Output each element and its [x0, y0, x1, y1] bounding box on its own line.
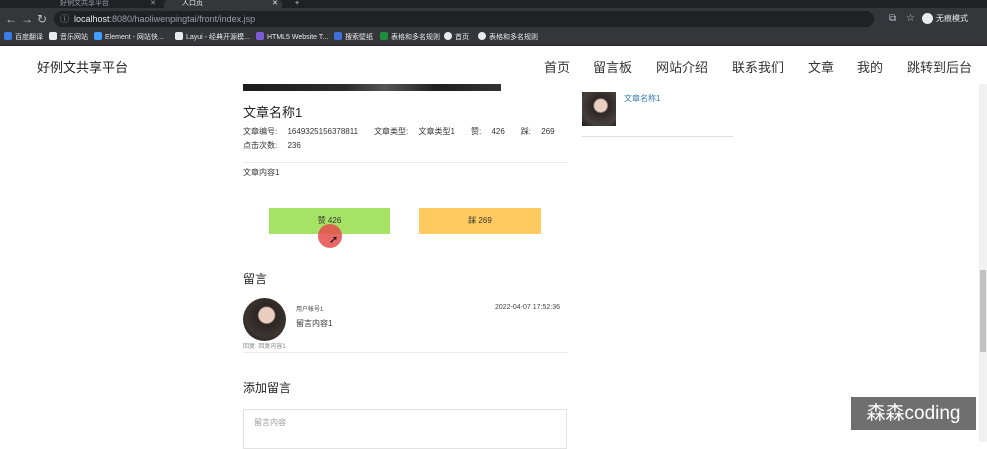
close-tab-icon[interactable]: ✕ [272, 0, 278, 8]
nav-contact[interactable]: 联系我们 [732, 57, 784, 76]
bookmark-label: Element - 网站快... [105, 34, 164, 41]
meta-label: 文章编号: [243, 127, 278, 136]
forward-icon[interactable]: → [20, 12, 34, 26]
new-tab-button[interactable]: + [292, 0, 306, 8]
site-title[interactable]: 好例文共享平台 [37, 57, 128, 76]
article-content: 文章内容1 [243, 168, 280, 177]
nav-articles[interactable]: 文章 [808, 57, 834, 76]
comment-reply: 回复: 回复内容1 [243, 344, 286, 350]
wallpaper-icon [334, 32, 342, 40]
bookmark-label: Layui - 经典开源模... [186, 34, 250, 41]
url-host: localhost [74, 14, 110, 24]
flag-icon [49, 32, 57, 40]
nav-home[interactable]: 首页 [544, 57, 570, 76]
url-field[interactable]: ⓘ localhost:8080/haoliwenpingtai/front/i… [54, 11, 874, 27]
tab-label: 人口页 [182, 0, 203, 7]
divider [243, 352, 568, 353]
divider [582, 136, 733, 137]
divider [243, 162, 568, 163]
article-dislikes: 踩: 269 [521, 127, 563, 136]
layui-icon [175, 32, 183, 40]
meta-value: 1649325156378811 [287, 127, 359, 136]
close-tab-icon[interactable]: ✕ [150, 0, 156, 8]
browser-tab[interactable]: 好例文共享平台 ✕ [42, 0, 160, 8]
comment-user: 用户帐号1 [296, 307, 324, 313]
article-type: 文章类型: 文章类型1 [374, 127, 463, 136]
meta-label: 文章类型: [374, 127, 409, 136]
bookmark-label: 搜索壁纸 [345, 34, 373, 41]
nav-admin[interactable]: 跳转到后台 [907, 57, 972, 76]
bookmark-item[interactable]: 音乐网站 [49, 30, 88, 46]
star-icon[interactable]: ☆ [906, 13, 915, 25]
article-number: 文章编号: 1649325156378811 [243, 127, 366, 136]
article-meta: 文章编号: 1649325156378811 文章类型: 文章类型1 赞: 426 踩… [243, 125, 573, 153]
article-likes: 赞: 426 [471, 127, 513, 136]
bookmark-label: HTML5 Website T... [267, 34, 329, 41]
html5-icon [256, 32, 264, 40]
cursor-icon: ➚ [329, 234, 339, 246]
sidebar-article-thumbnail[interactable] [582, 92, 616, 126]
globe-icon [444, 32, 452, 40]
sidebar-article-link[interactable]: 文章名称1 [624, 93, 660, 104]
meta-label: 点击次数: [243, 141, 278, 150]
sheet-icon [380, 32, 388, 40]
meta-value: 426 [491, 127, 505, 136]
tab-label: 好例文共享平台 [60, 0, 109, 7]
scrollbar-track[interactable] [979, 84, 987, 442]
comment-time: 2022-04-07 17:52:36 [495, 304, 560, 311]
bookmark-item[interactable]: 百度翻译 [4, 30, 43, 46]
comments-heading: 留言 [243, 272, 268, 286]
globe-icon [478, 32, 486, 40]
meta-label: 赞: [470, 127, 482, 136]
site-header: 好例文共享平台 首页 留言板 网站介绍 联系我们 文章 我的 跳转到后台 [0, 46, 987, 84]
avatar [243, 298, 286, 341]
bookmark-label: 表格和多名规则 [489, 34, 538, 41]
browser-tab-active[interactable]: 人口页 ✕ [164, 0, 282, 8]
translate-icon[interactable]: ⧉ [889, 13, 896, 25]
watermark: 森森coding [851, 397, 976, 430]
back-icon[interactable]: ← [4, 12, 18, 26]
add-comment-heading: 添加留言 [243, 381, 292, 395]
bookmark-item[interactable]: Element - 网站快... [94, 30, 164, 46]
bookmark-item[interactable]: 搜索壁纸 [334, 30, 373, 46]
nav-mine[interactable]: 我的 [857, 57, 883, 76]
nav-message-board[interactable]: 留言板 [593, 57, 632, 76]
bookmark-item[interactable]: HTML5 Website T... [256, 30, 328, 46]
bookmark-item[interactable]: 表格和多名规则 [478, 30, 538, 46]
bookmark-label: 表格和多名规则 [391, 34, 440, 41]
article-cover-image [243, 84, 501, 91]
bookmarks-bar: 百度翻译 音乐网站 Element - 网站快... Layui - 经典开源模… [0, 30, 987, 46]
bookmark-item[interactable]: 首页 [444, 30, 469, 46]
element-icon [94, 32, 102, 40]
meta-value: 236 [287, 141, 301, 150]
scrollbar-thumb[interactable] [980, 270, 986, 352]
incognito-icon [922, 13, 933, 25]
bookmark-label: 首页 [455, 34, 469, 41]
comment-text: 留言内容1 [296, 319, 333, 328]
meta-value: 文章类型1 [418, 127, 455, 136]
meta-value: 269 [541, 127, 555, 136]
bookmark-icon [4, 32, 12, 40]
comment-box[interactable] [243, 409, 567, 449]
dislike-button[interactable]: 踩 269 [419, 208, 541, 234]
comment-input[interactable] [254, 414, 554, 430]
bookmark-item[interactable]: 表格和多名规则 [380, 30, 440, 46]
address-bar-row: ← → ↻ ⓘ localhost:8080/haoliwenpingtai/f… [0, 8, 987, 30]
bookmark-label: 百度翻译 [15, 34, 43, 41]
article-clicks: 点击次数: 236 [243, 141, 309, 150]
reload-icon[interactable]: ↻ [35, 12, 49, 26]
url-path: :8080/haoliwenpingtai/front/index.jsp [109, 14, 256, 24]
nav-about[interactable]: 网站介绍 [656, 57, 708, 76]
article-title: 文章名称1 [243, 105, 303, 120]
meta-label: 踩: [520, 127, 532, 136]
incognito-indicator[interactable]: 无痕模式 [922, 13, 968, 25]
bookmark-item[interactable]: Layui - 经典开源模... [175, 30, 250, 46]
browser-tab-bar: 好例文共享平台 ✕ 人口页 ✕ + [0, 0, 987, 8]
info-icon[interactable]: ⓘ [60, 11, 69, 27]
incognito-label: 无痕模式 [936, 14, 968, 23]
bookmark-label: 音乐网站 [60, 34, 88, 41]
